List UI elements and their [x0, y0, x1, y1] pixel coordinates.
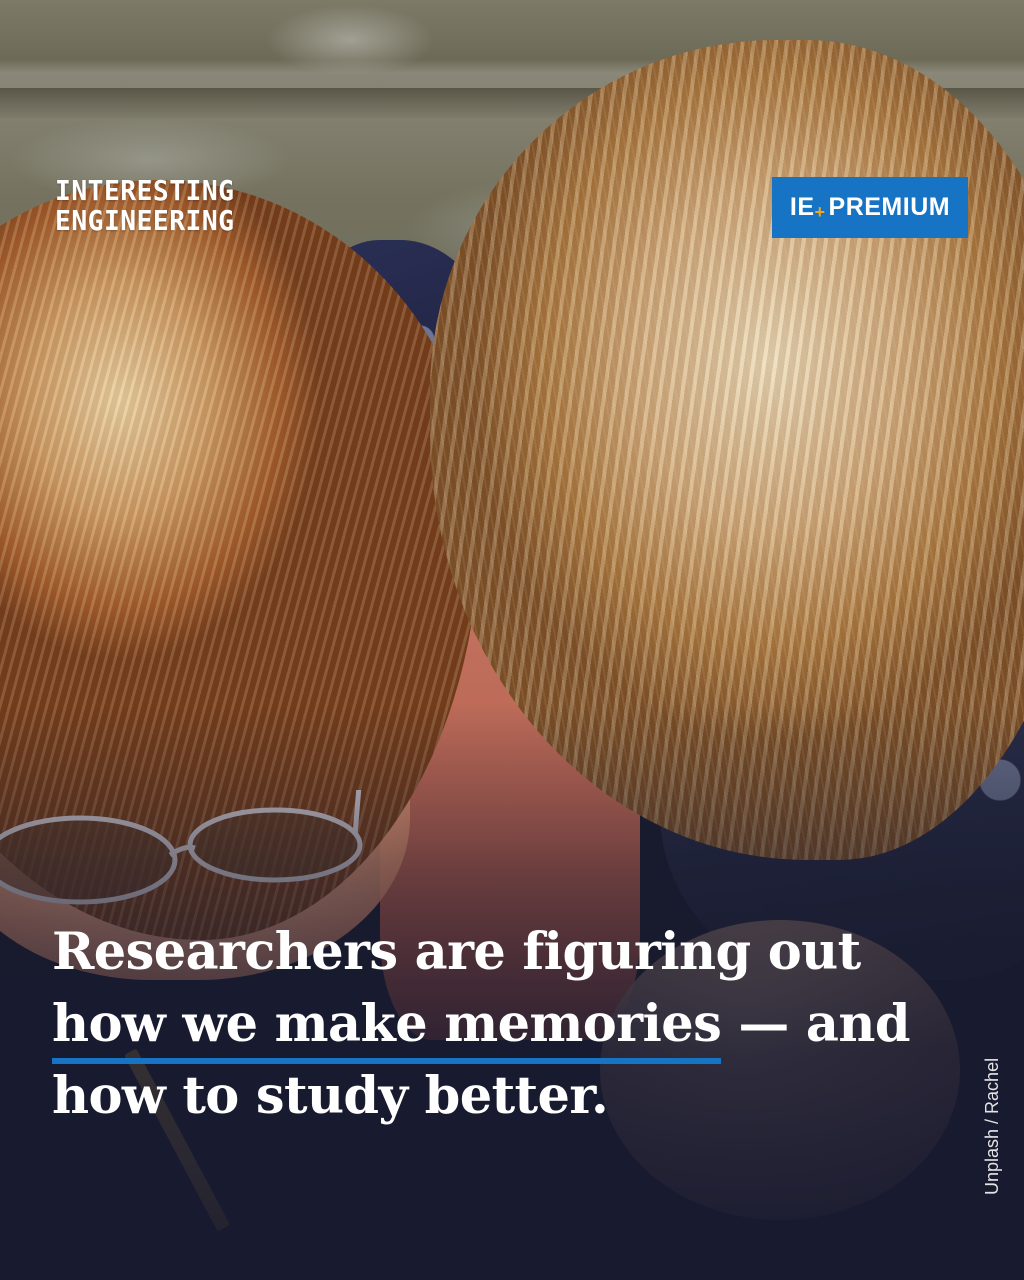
headline: Researchers are figuring out how we make… — [52, 916, 952, 1132]
headline-line-1: Researchers are figuring out — [52, 922, 861, 982]
ie-mark: IE + — [789, 193, 826, 222]
ie-premium-badge[interactable]: IE + PREMIUM — [772, 177, 968, 238]
logo-line-1: INTERESTING — [55, 174, 235, 207]
headline-line-3: how to study better. — [52, 1066, 609, 1126]
post-canvas: INTERESTING ENGINEERING IE + PREMIUM Res… — [0, 0, 1024, 1280]
headline-line-2: how we make memories — and — [52, 988, 952, 1064]
ie-label: IE — [789, 193, 815, 221]
photo-credit: Unplash / Rachel — [982, 1057, 1002, 1195]
headline-line-2-rest: — and — [721, 994, 910, 1054]
logo-line-2: ENGINEERING — [55, 204, 235, 237]
plus-icon: + — [814, 202, 826, 222]
premium-label: PREMIUM — [828, 193, 951, 221]
headline-highlight: how we make memories — [52, 988, 722, 1064]
interesting-engineering-logo[interactable]: INTERESTING ENGINEERING — [55, 176, 234, 236]
